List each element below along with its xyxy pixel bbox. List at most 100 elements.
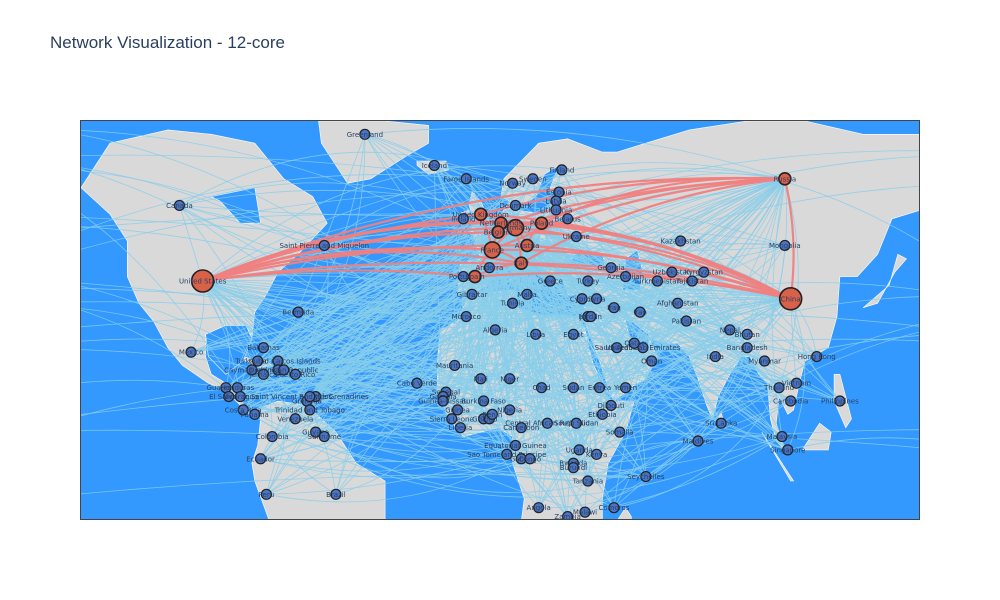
node-colombia[interactable]: Colombia bbox=[256, 430, 289, 443]
node-turkey[interactable]: Turkey bbox=[576, 275, 600, 287]
node-burkina-faso[interactable]: Burkina Faso bbox=[461, 395, 506, 407]
node-finland[interactable]: Finland bbox=[549, 164, 574, 176]
node-andorra[interactable]: Andorra bbox=[475, 262, 503, 274]
node-cuba[interactable]: Cuba bbox=[249, 355, 267, 367]
node-nigeria[interactable]: Nigeria bbox=[497, 404, 522, 416]
node-qatar[interactable]: Qatar bbox=[624, 337, 644, 349]
node-nicaragua[interactable]: Nicaragua bbox=[222, 390, 258, 403]
node-russia[interactable]: Russia bbox=[774, 171, 797, 186]
node-hong-kong[interactable]: Hong Kong bbox=[798, 350, 836, 363]
node-iceland[interactable]: Iceland bbox=[422, 159, 447, 172]
node-cameroon[interactable]: Cameroon bbox=[503, 422, 539, 434]
node-myanmar[interactable]: Myanmar bbox=[748, 355, 781, 367]
node-maldives[interactable]: Maldives bbox=[683, 435, 714, 447]
node-oman[interactable]: Oman bbox=[641, 355, 662, 367]
node-india[interactable]: India bbox=[707, 350, 724, 363]
node-seychelles[interactable]: Seychelles bbox=[627, 470, 665, 483]
node-bermuda[interactable]: Bermuda bbox=[282, 306, 314, 318]
node-cambodia[interactable]: Cambodia bbox=[773, 395, 808, 407]
node-libya[interactable]: Libya bbox=[526, 328, 545, 340]
node-venezuela[interactable]: Venezuela bbox=[277, 413, 313, 425]
node-eritrea[interactable]: Eritrea bbox=[588, 382, 611, 394]
node-djibouti[interactable]: Djibouti bbox=[597, 399, 625, 412]
node-brazil[interactable]: Brazil bbox=[326, 488, 346, 500]
node-iran[interactable]: Iran bbox=[633, 306, 647, 318]
node-greenland[interactable]: Greenland bbox=[347, 128, 383, 140]
node-morocco[interactable]: Morocco bbox=[452, 310, 481, 323]
node-mexico[interactable]: Mexico bbox=[179, 346, 203, 358]
node-bhutan[interactable]: Bhutan bbox=[735, 328, 760, 340]
node-syria[interactable]: Syria bbox=[588, 293, 606, 305]
node-niger[interactable]: Niger bbox=[500, 373, 519, 385]
node-comoros[interactable]: Comoros bbox=[598, 502, 630, 514]
node-tunisia[interactable]: Tunisia bbox=[500, 297, 525, 309]
node-ukraine[interactable]: Ukraine bbox=[563, 230, 590, 243]
node-angola[interactable]: Angola bbox=[527, 502, 551, 514]
node-china[interactable]: China bbox=[778, 286, 803, 311]
node-algeria[interactable]: Algeria bbox=[483, 324, 508, 336]
node-turkmenistan[interactable]: Turkmenistan bbox=[633, 275, 681, 287]
node-sweden[interactable]: Sweden bbox=[519, 173, 547, 185]
node-somalia[interactable]: Somalia bbox=[606, 426, 634, 438]
node-label: Estonia bbox=[546, 189, 572, 197]
node-sri-lanka[interactable]: Sri Lanka bbox=[705, 417, 737, 429]
node-malaysia[interactable]: Malaysia bbox=[767, 430, 798, 443]
node-afghanistan[interactable]: Afghanistan bbox=[657, 297, 699, 309]
node-philippines[interactable]: Philippines bbox=[821, 395, 859, 407]
node-spain[interactable]: Spain bbox=[465, 269, 485, 284]
node-bangladesh[interactable]: Bangladesh bbox=[727, 342, 768, 354]
node-poland[interactable]: Poland bbox=[530, 216, 553, 231]
node-puerto-rico[interactable]: Puerto Rico bbox=[275, 368, 315, 380]
node-burundi[interactable]: Burundi bbox=[560, 462, 587, 474]
node-iraq[interactable]: Iraq bbox=[607, 302, 621, 314]
node-georgia[interactable]: Georgia bbox=[597, 262, 625, 274]
node-egypt[interactable]: Egypt bbox=[563, 328, 584, 340]
node-kenya[interactable]: Kenya bbox=[586, 448, 607, 460]
node-kyrgyzstan[interactable]: Kyrgyzstan bbox=[685, 266, 723, 278]
node-austria[interactable]: Austria bbox=[515, 238, 540, 253]
node-faroe-islands[interactable]: Faroe Islands bbox=[443, 173, 489, 185]
node-ecuador[interactable]: Ecuador bbox=[246, 453, 275, 465]
node-tajikistan[interactable]: Tajikistan bbox=[675, 275, 708, 287]
node-belgium[interactable]: Belgium bbox=[484, 225, 513, 239]
node-canada[interactable]: Canada bbox=[166, 199, 193, 212]
node-saint-pierre-and-miquelon[interactable]: Saint Pierre and Miquelon bbox=[279, 239, 369, 252]
node-estonia[interactable]: Estonia bbox=[546, 186, 572, 198]
node-denmark[interactable]: Denmark bbox=[499, 199, 533, 212]
node-pakistan[interactable]: Pakistan bbox=[672, 315, 701, 327]
node-yemen[interactable]: Yemen bbox=[613, 382, 637, 394]
node-sudan[interactable]: Sudan bbox=[562, 382, 584, 394]
node-peru[interactable]: Peru bbox=[259, 488, 275, 500]
node-mongolia[interactable]: Mongolia bbox=[769, 239, 801, 252]
node-malta[interactable]: Malta bbox=[517, 288, 537, 300]
node-sierra-leone[interactable]: Sierra Leone bbox=[430, 413, 474, 425]
node-malawi[interactable]: Malawi bbox=[573, 506, 597, 518]
node-jordan[interactable]: Jordan bbox=[579, 310, 602, 323]
node-chad[interactable]: Chad bbox=[533, 382, 551, 394]
node-mali[interactable]: Mali bbox=[474, 373, 488, 385]
node-mauritania[interactable]: Mauritania bbox=[436, 359, 473, 372]
node-kazakhstan[interactable]: Kazakhstan bbox=[660, 235, 701, 247]
node-tanzania[interactable]: Tanzania bbox=[572, 475, 603, 487]
node-equatorial-guinea[interactable]: Equatorial Guinea bbox=[484, 439, 547, 452]
node-cabo-verde[interactable]: Cabo Verde bbox=[397, 377, 437, 389]
node-saint-vincent-and-the-grenadines[interactable]: Saint Vincent and the Grenadines bbox=[251, 390, 369, 403]
node-suriname[interactable]: Suriname bbox=[308, 430, 342, 443]
node-singapore[interactable]: Singapore bbox=[770, 444, 805, 456]
node-congo[interactable]: Congo bbox=[519, 453, 541, 465]
node-gibraltar[interactable]: Gibraltar bbox=[457, 288, 488, 300]
node-vietnam[interactable]: Vietnam bbox=[782, 377, 811, 389]
map-frame[interactable]: Canada Greenland Iceland Faroe Islands Norwa… bbox=[80, 120, 920, 520]
node-south-sudan[interactable]: South Sudan bbox=[554, 417, 599, 429]
node-italy[interactable]: Italy bbox=[514, 256, 529, 271]
node-greece[interactable]: Greece bbox=[538, 275, 563, 287]
node-guinea[interactable]: Guinea bbox=[445, 404, 470, 416]
network-map[interactable]: CanadaGreenlandIcelandFaroe IslandsNorwa… bbox=[81, 121, 920, 520]
node-liberia[interactable]: Liberia bbox=[449, 422, 473, 434]
node-belarus[interactable]: Belarus bbox=[554, 213, 581, 225]
node-trinidad-and-tobago[interactable]: Trinidad and Tobago bbox=[274, 404, 345, 416]
node-label: Gibraltar bbox=[457, 291, 488, 299]
node-bahamas[interactable]: Bahamas bbox=[247, 342, 280, 354]
node-honduras[interactable]: Honduras bbox=[221, 382, 255, 394]
node-panama[interactable]: Panama bbox=[241, 408, 269, 420]
